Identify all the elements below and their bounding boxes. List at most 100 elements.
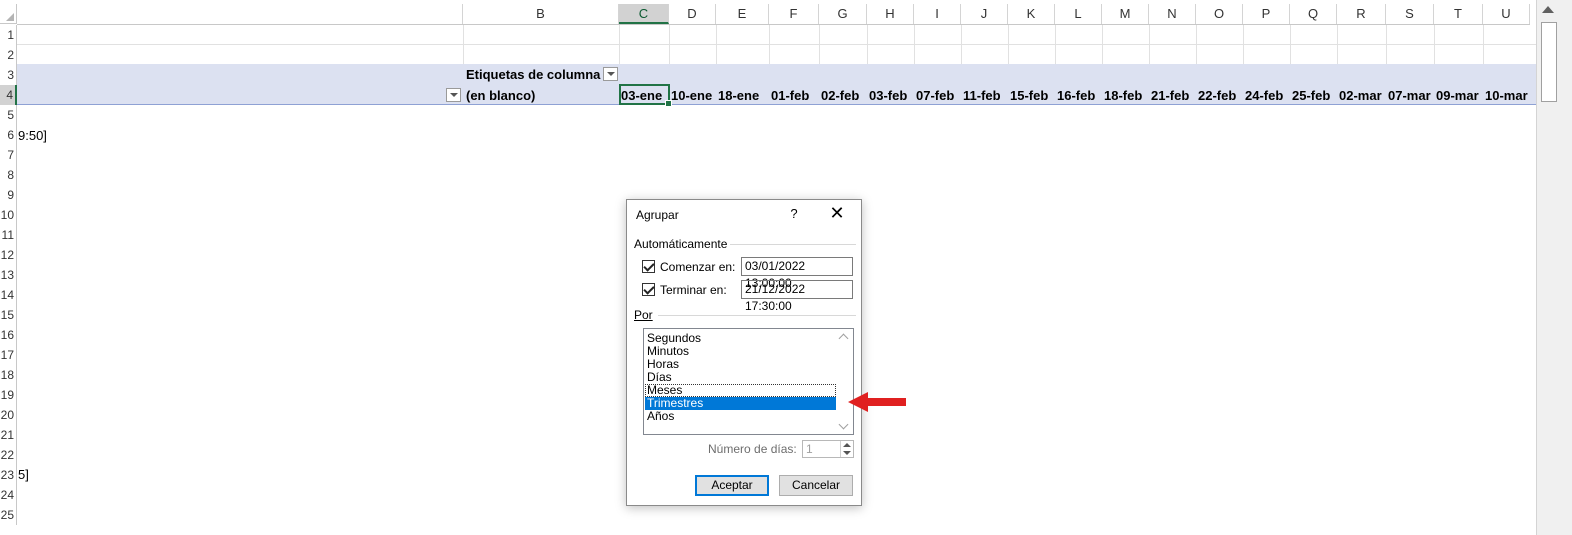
help-icon[interactable]: ?: [787, 206, 801, 221]
row-header-3[interactable]: 3: [0, 65, 17, 85]
spin-down-icon[interactable]: [843, 451, 851, 455]
scroll-thumb[interactable]: [1541, 22, 1557, 102]
date-header[interactable]: 02-feb: [821, 88, 859, 103]
column-header-p[interactable]: P: [1243, 4, 1290, 24]
row-header-6[interactable]: 6: [0, 125, 17, 145]
active-cell-c4[interactable]: [619, 84, 672, 107]
end-input[interactable]: 21/12/2022 17:30:00: [741, 280, 853, 313]
date-header[interactable]: 15-feb: [1010, 88, 1048, 103]
row-header-9[interactable]: 9: [0, 185, 17, 205]
row-header-24[interactable]: 24: [0, 485, 17, 505]
row-header-14[interactable]: 14: [0, 285, 17, 305]
row-header-12[interactable]: 12: [0, 245, 17, 265]
row-header-10[interactable]: 10: [0, 205, 17, 225]
date-header[interactable]: 25-feb: [1292, 88, 1330, 103]
column-header-i[interactable]: I: [914, 4, 961, 24]
row-header-23[interactable]: 23: [0, 465, 17, 485]
column-header-l[interactable]: L: [1055, 4, 1102, 24]
row-header-5[interactable]: 5: [0, 105, 17, 125]
row-header-18[interactable]: 18: [0, 365, 17, 385]
row-header-16[interactable]: 16: [0, 325, 17, 345]
date-header[interactable]: 07-mar: [1388, 88, 1431, 103]
close-icon[interactable]: ✕: [827, 204, 847, 223]
row-header-8[interactable]: 8: [0, 165, 17, 185]
date-header[interactable]: 18-feb: [1104, 88, 1142, 103]
date-header[interactable]: 10-mar: [1485, 88, 1528, 103]
spin-buttons[interactable]: [840, 441, 853, 457]
group-dialog: Agrupar ? ✕ Automáticamente Comenzar en:…: [626, 199, 862, 506]
date-header[interactable]: 02-mar: [1339, 88, 1382, 103]
column-header-c[interactable]: C: [619, 4, 669, 24]
column-header-r[interactable]: R: [1337, 4, 1386, 24]
date-header[interactable]: 21-feb: [1151, 88, 1189, 103]
column-header-d[interactable]: D: [669, 4, 716, 24]
listbox-scrollbar[interactable]: [836, 329, 853, 434]
dropdown-filter-icon[interactable]: [446, 88, 461, 102]
row-header-21[interactable]: 21: [0, 425, 17, 445]
column-header-j[interactable]: J: [961, 4, 1008, 24]
column-header-e[interactable]: E: [716, 4, 769, 24]
checkbox-checked-icon[interactable]: [642, 283, 655, 296]
date-header[interactable]: 11-feb: [963, 88, 1001, 103]
auto-section: Automáticamente: [634, 237, 856, 251]
date-header[interactable]: 10-ene: [671, 88, 712, 103]
start-input[interactable]: 03/01/2022 13:00:00: [741, 257, 853, 290]
ok-button[interactable]: Aceptar: [695, 475, 769, 496]
row-header-7[interactable]: 7: [0, 145, 17, 165]
date-header[interactable]: 18-ene: [718, 88, 759, 103]
column-header-k[interactable]: K: [1008, 4, 1055, 24]
end-label: Terminar en:: [660, 283, 727, 297]
row-header-19[interactable]: 19: [0, 385, 17, 405]
row-header-25[interactable]: 25: [0, 505, 17, 525]
gridline-col: [1196, 25, 1197, 65]
row-header-1[interactable]: 1: [0, 25, 17, 45]
date-header[interactable]: 09-mar: [1436, 88, 1479, 103]
column-header-a[interactable]: [17, 4, 463, 24]
column-header-f[interactable]: F: [769, 4, 819, 24]
row-header-15[interactable]: 15: [0, 305, 17, 325]
column-header-t[interactable]: T: [1434, 4, 1483, 24]
chevron-up-icon[interactable]: [838, 333, 849, 344]
date-header[interactable]: 07-feb: [916, 88, 954, 103]
dropdown-filter-icon[interactable]: [603, 67, 618, 81]
column-labels-caption: Etiquetas de columna: [466, 67, 601, 82]
date-header[interactable]: 03-feb: [869, 88, 907, 103]
row-header-20[interactable]: 20: [0, 405, 17, 425]
column-header-n[interactable]: N: [1149, 4, 1196, 24]
gridline-col: [1102, 25, 1103, 65]
group-by-listbox[interactable]: Segundos Minutos Horas Días Meses Trimestres A…: [643, 328, 854, 435]
row-header-11[interactable]: 11: [0, 225, 17, 245]
column-header-s[interactable]: S: [1386, 4, 1434, 24]
column-header-h[interactable]: H: [867, 4, 914, 24]
gridline-col: [1386, 25, 1387, 65]
listbox-item[interactable]: Horas: [645, 358, 836, 371]
listbox-item[interactable]: Años: [645, 410, 836, 423]
date-header[interactable]: 24-feb: [1245, 88, 1283, 103]
spin-up-icon[interactable]: [843, 443, 851, 447]
scroll-up-icon[interactable]: [1542, 6, 1554, 13]
column-header-q[interactable]: Q: [1290, 4, 1337, 24]
date-header[interactable]: 01-feb: [771, 88, 809, 103]
select-all-corner[interactable]: [0, 4, 17, 24]
column-header-o[interactable]: O: [1196, 4, 1243, 24]
gridline-col: [463, 25, 464, 65]
column-header-u[interactable]: U: [1483, 4, 1530, 24]
row-header-17[interactable]: 17: [0, 345, 17, 365]
cancel-button[interactable]: Cancelar: [779, 475, 853, 496]
days-spinner[interactable]: 1: [802, 440, 854, 458]
row-header-4[interactable]: 4: [0, 85, 17, 105]
column-header-g[interactable]: G: [819, 4, 867, 24]
row-header-22[interactable]: 22: [0, 445, 17, 465]
date-header[interactable]: 22-feb: [1198, 88, 1236, 103]
column-header-m[interactable]: M: [1102, 4, 1149, 24]
blank-label: (en blanco): [466, 88, 536, 103]
date-header[interactable]: 16-feb: [1057, 88, 1095, 103]
clipped-cell-row23: 5]: [18, 467, 29, 482]
row-header-13[interactable]: 13: [0, 265, 17, 285]
gridline-col: [769, 25, 770, 65]
vertical-scrollbar[interactable]: [1536, 0, 1572, 535]
chevron-down-icon[interactable]: [838, 419, 849, 430]
row-header-2[interactable]: 2: [0, 45, 17, 65]
checkbox-checked-icon[interactable]: [642, 260, 655, 273]
column-header-b[interactable]: B: [463, 4, 619, 24]
